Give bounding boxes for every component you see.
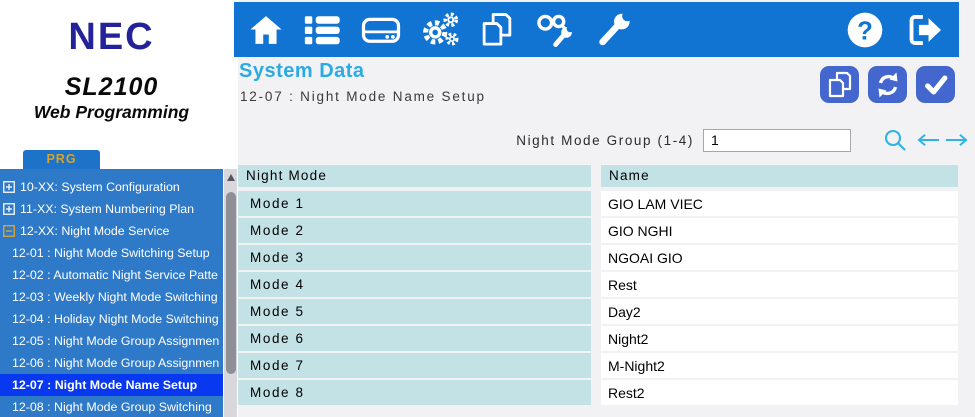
- logout-icon[interactable]: [904, 13, 944, 47]
- name-input[interactable]: [601, 299, 958, 324]
- night-mode-group-row: Night Mode Group (1-4): [516, 127, 969, 153]
- name-input[interactable]: [601, 353, 958, 378]
- name-input[interactable]: [601, 245, 958, 270]
- record-nav-arrows: [916, 133, 969, 147]
- table-row: Mode 6: [238, 326, 958, 351]
- table-header-row: Night Mode Name: [238, 165, 958, 187]
- sidebar-item-label: 12-03 : Weekly Night Mode Switching: [12, 290, 218, 304]
- sidebar-item-1208[interactable]: 12-08 : Night Mode Group Switching: [0, 396, 223, 417]
- sidebar-item-1203[interactable]: 12-03 : Weekly Night Mode Switching: [0, 286, 223, 308]
- apply-check-button[interactable]: [916, 66, 955, 103]
- name-input[interactable]: [601, 326, 958, 351]
- mode-label-cell: Mode 4: [238, 272, 591, 297]
- nec-logo: NEC: [0, 16, 223, 59]
- sidebar: NEC SL2100 Web Programming PRG 10-XX: Sy…: [0, 0, 238, 417]
- sidebar-item-label: 12-XX: Night Mode Service: [20, 224, 169, 238]
- table-row: Mode 4: [238, 272, 958, 297]
- search-icon[interactable]: [883, 128, 907, 152]
- mode-label-cell: Mode 3: [238, 245, 591, 270]
- sidebar-item-label: 12-05 : Night Mode Group Assignmen: [12, 334, 219, 348]
- sidebar-item-label: 10-XX: System Configuration: [20, 180, 180, 194]
- mode-label-cell: Mode 7: [238, 353, 591, 378]
- sidebar-item-1202[interactable]: 12-02 : Automatic Night Service Patte: [0, 264, 223, 286]
- maintenance-icon[interactable]: [535, 13, 575, 47]
- table-row: Mode 8: [238, 380, 958, 405]
- mode-label-cell: Mode 2: [238, 218, 591, 243]
- sidebar-item-1201[interactable]: 12-01 : Night Mode Switching Setup: [0, 242, 223, 264]
- scrollbar-thumb[interactable]: [226, 192, 236, 374]
- main-content: ? System Data 12-07 : Night Mode Name Se…: [238, 0, 975, 417]
- column-header-name: Name: [601, 165, 958, 187]
- table-row: Mode 2: [238, 218, 958, 243]
- refresh-button[interactable]: [868, 66, 907, 103]
- sidebar-item-1206[interactable]: 12-06 : Night Mode Group Assignmen: [0, 352, 223, 374]
- sidebar-item-label: 12-06 : Night Mode Group Assignmen: [12, 356, 219, 370]
- sidebar-item-label: 11-XX: System Numbering Plan: [20, 202, 194, 216]
- sidebar-item-label: 12-01 : Night Mode Switching Setup: [12, 246, 210, 260]
- tools-wrench-icon[interactable]: [595, 12, 633, 48]
- name-input[interactable]: [601, 272, 958, 297]
- mode-label-cell: Mode 1: [238, 191, 591, 216]
- column-header-night-mode: Night Mode: [238, 165, 591, 187]
- toolbar: ?: [234, 2, 959, 57]
- expand-plus-icon[interactable]: [3, 181, 15, 193]
- table-row: Mode 7: [238, 353, 958, 378]
- sidebar-item-10xx[interactable]: 10-XX: System Configuration: [0, 176, 223, 198]
- night-mode-group-label: Night Mode Group (1-4): [516, 133, 694, 148]
- sidebar-item-12xx[interactable]: 12-XX: Night Mode Service: [0, 220, 223, 242]
- sidebar-item-1205[interactable]: 12-05 : Night Mode Group Assignmen: [0, 330, 223, 352]
- prev-arrow-icon[interactable]: [916, 133, 941, 147]
- action-buttons: [820, 66, 955, 103]
- page-title: System Data: [239, 60, 365, 83]
- storage-icon[interactable]: [361, 15, 401, 45]
- prg-menu: 10-XX: System Configuration 11-XX: Syste…: [0, 169, 223, 417]
- menu-list-icon[interactable]: [303, 14, 341, 46]
- table-row: Mode 3: [238, 245, 958, 270]
- settings-gears-icon[interactable]: [421, 12, 459, 48]
- night-mode-name-table: Night Mode Name Mode 1 Mode 2 Mode 3 Mod…: [238, 165, 958, 407]
- svg-text:?: ?: [857, 17, 873, 45]
- page-subtitle: 12-07 : Night Mode Name Setup: [240, 89, 486, 104]
- night-mode-group-input[interactable]: [703, 129, 851, 152]
- mode-label-cell: Mode 8: [238, 380, 591, 405]
- help-icon[interactable]: ?: [846, 11, 884, 49]
- name-input[interactable]: [601, 191, 958, 216]
- name-input[interactable]: [601, 380, 958, 405]
- scrollbar-up-arrow[interactable]: [227, 174, 235, 181]
- copy-button[interactable]: [820, 66, 859, 103]
- mode-label-cell: Mode 5: [238, 299, 591, 324]
- sidebar-item-label: 12-04 : Holiday Night Mode Switching: [12, 312, 219, 326]
- next-arrow-icon[interactable]: [944, 133, 969, 147]
- menu-scrollbar[interactable]: [224, 169, 237, 417]
- home-icon[interactable]: [249, 15, 283, 45]
- table-row: Mode 5: [238, 299, 958, 324]
- mode-label-cell: Mode 6: [238, 326, 591, 351]
- product-name: SL2100: [0, 73, 223, 102]
- sidebar-item-1207-selected[interactable]: 12-07 : Night Mode Name Setup: [0, 374, 223, 396]
- sidebar-item-label: 12-08 : Night Mode Group Switching: [12, 400, 212, 414]
- sl2100-web-programming-window: NEC SL2100 Web Programming PRG 10-XX: Sy…: [0, 0, 975, 417]
- sidebar-item-label: 12-07 : Night Mode Name Setup: [12, 378, 197, 392]
- copy-icon[interactable]: [479, 12, 515, 48]
- name-input[interactable]: [601, 218, 958, 243]
- sidebar-item-1204[interactable]: 12-04 : Holiday Night Mode Switching: [0, 308, 223, 330]
- expand-plus-icon[interactable]: [3, 203, 15, 215]
- prg-tab[interactable]: PRG: [23, 150, 100, 169]
- expand-minus-icon[interactable]: [3, 225, 15, 237]
- sidebar-item-11xx[interactable]: 11-XX: System Numbering Plan: [0, 198, 223, 220]
- product-subtitle: Web Programming: [0, 102, 223, 123]
- sidebar-item-label: 12-02 : Automatic Night Service Patte: [12, 268, 218, 282]
- table-row: Mode 1: [238, 191, 958, 216]
